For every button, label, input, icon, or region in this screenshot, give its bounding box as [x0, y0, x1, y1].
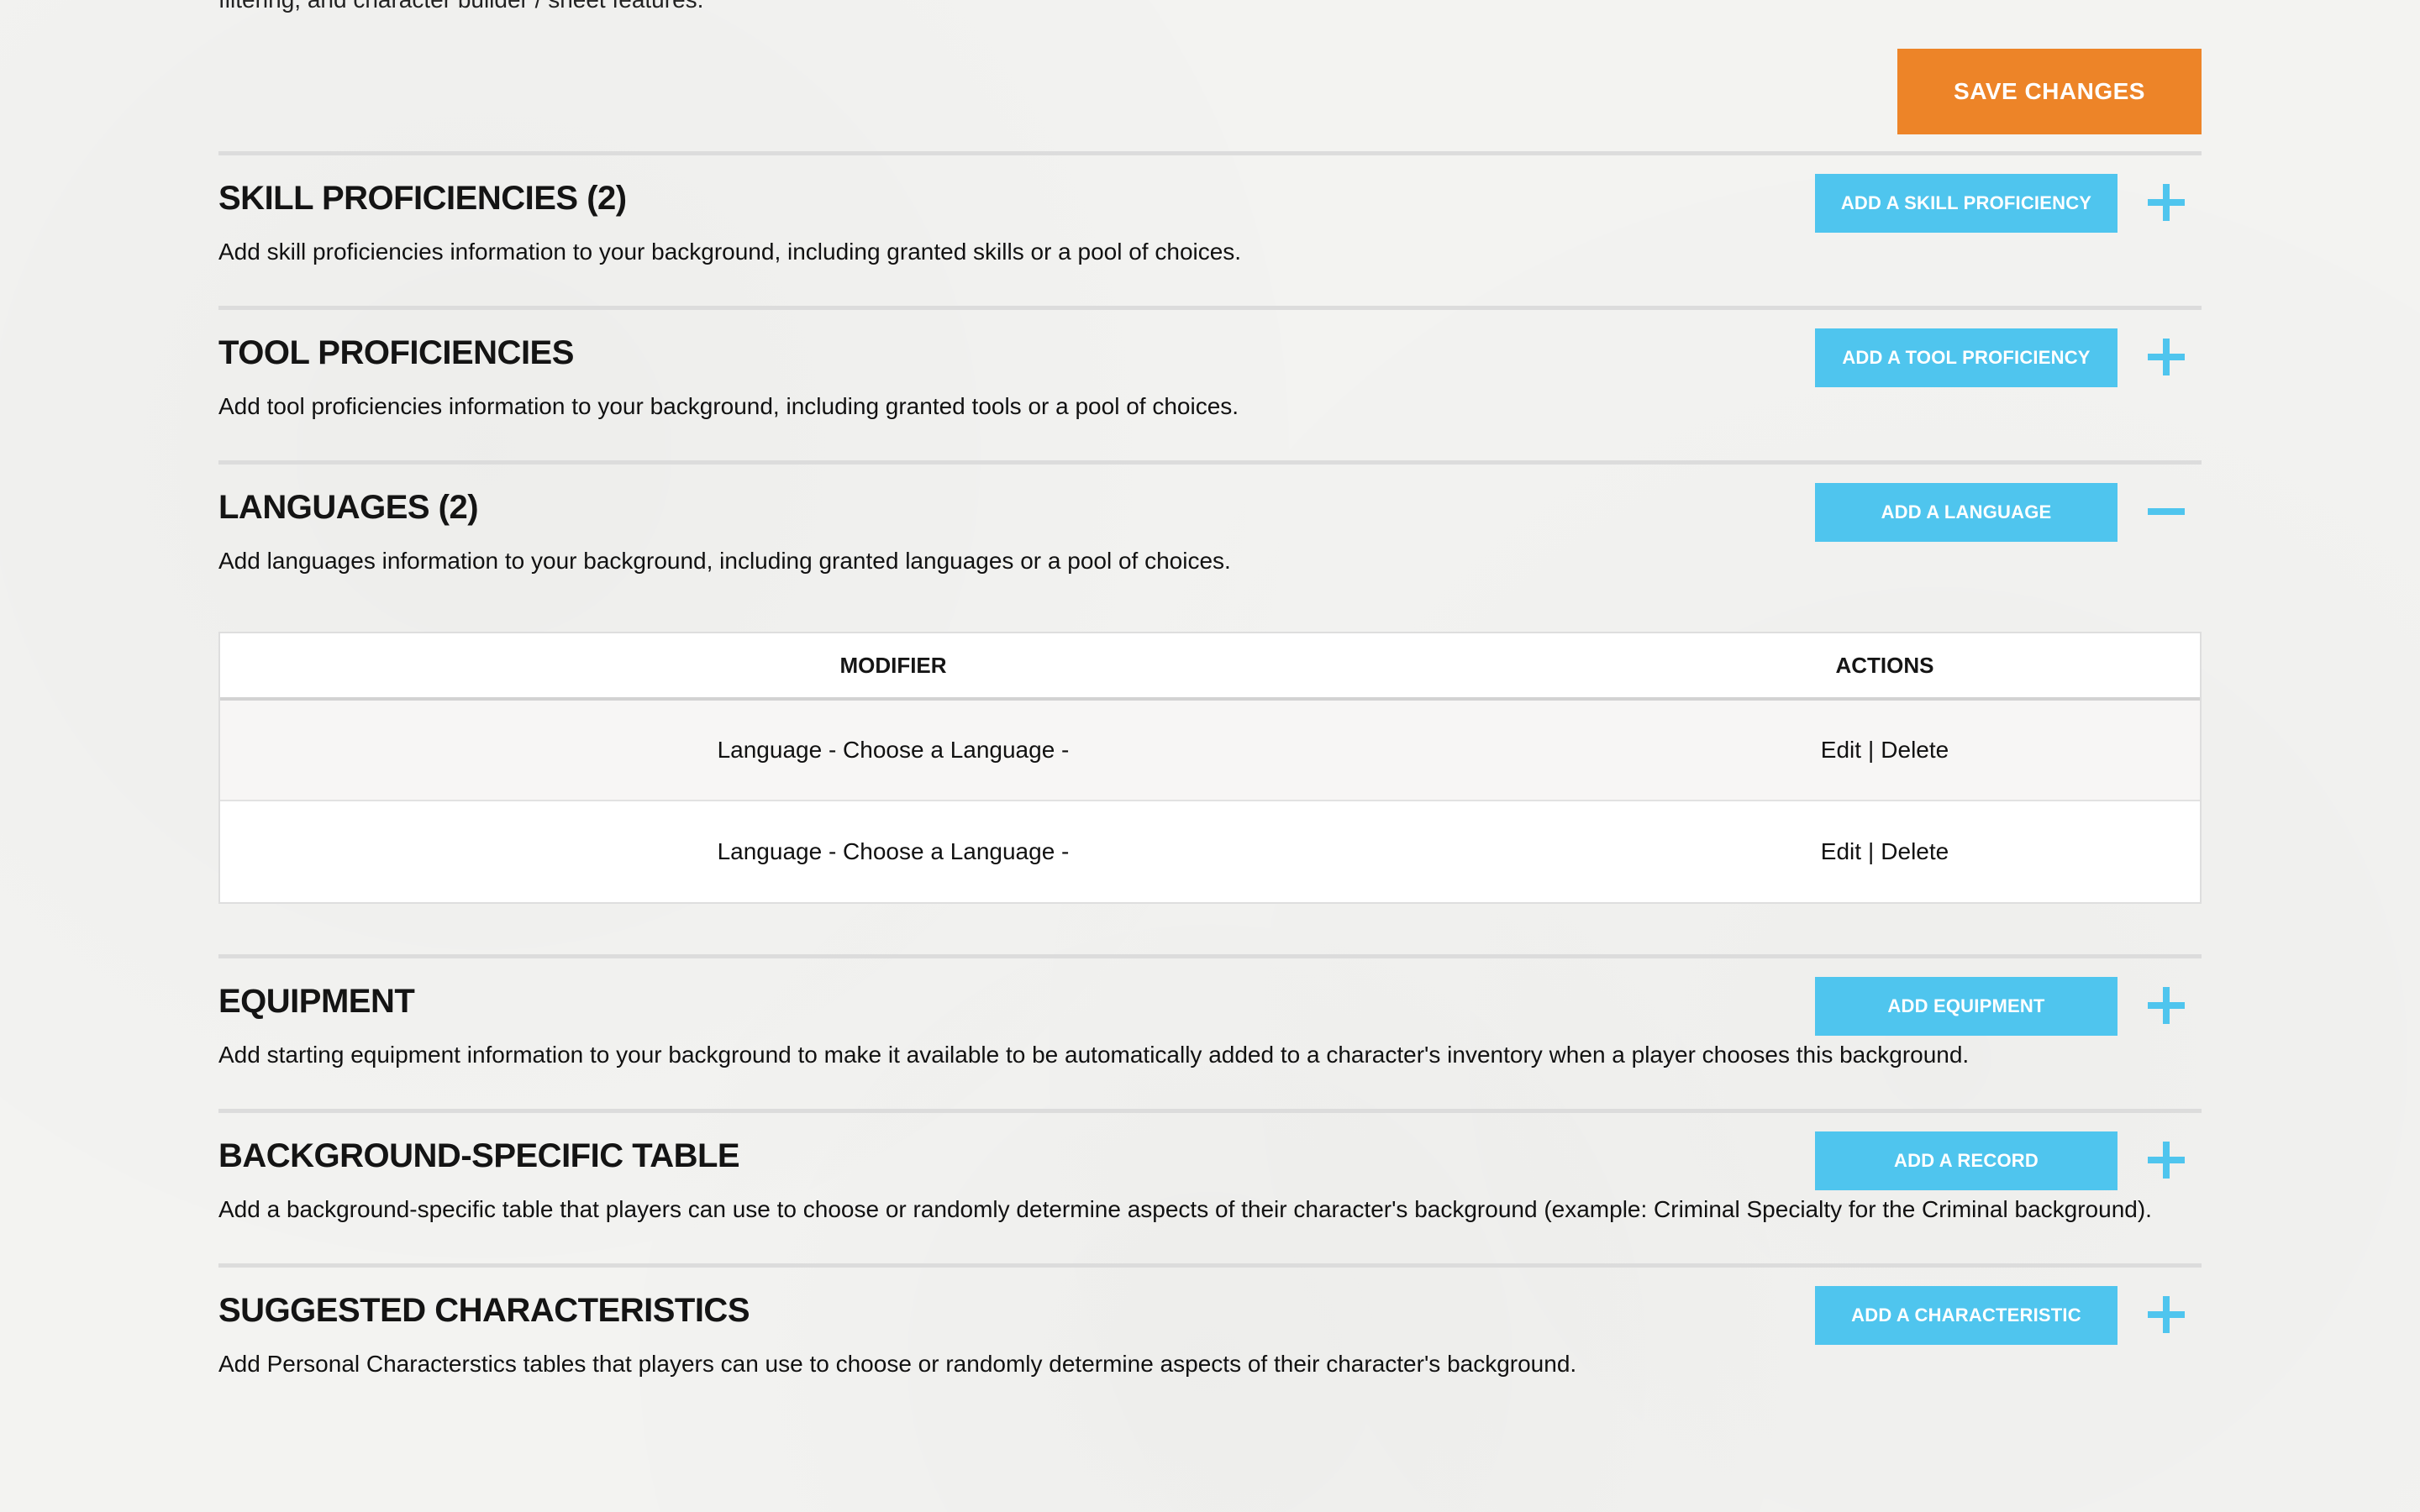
add-tool-proficiency-button[interactable]: ADD A TOOL PROFICIENCY	[1815, 328, 2118, 387]
plus-icon[interactable]	[2146, 182, 2186, 223]
section-title: SKILL PROFICIENCIES (2)	[218, 180, 627, 217]
table-header: MODIFIER ACTIONS	[220, 633, 2200, 701]
section-suggested-characteristics: SUGGESTED CHARACTERISTICS ADD A CHARACTE…	[218, 1263, 2202, 1415]
section-background-specific-table: BACKGROUND-SPECIFIC TABLE ADD A RECORD A…	[218, 1109, 2202, 1260]
minus-icon[interactable]	[2146, 491, 2186, 532]
table-row: Language - Choose a Language - Edit | De…	[220, 701, 2200, 801]
delete-link[interactable]: Delete	[1881, 737, 1949, 764]
intro-text: filtering, and character builder / sheet…	[218, 0, 703, 13]
background-editor-page: filtering, and character builder / sheet…	[0, 0, 2420, 1512]
add-characteristic-button[interactable]: ADD A CHARACTERISTIC	[1815, 1286, 2118, 1345]
save-changes-button[interactable]: SAVE CHANGES	[1897, 49, 2202, 134]
section-description: Add skill proficiencies information to y…	[218, 239, 1242, 265]
delete-link[interactable]: Delete	[1881, 838, 1949, 865]
add-equipment-button[interactable]: ADD EQUIPMENT	[1815, 977, 2118, 1036]
add-skill-proficiency-button[interactable]: ADD A SKILL PROFICIENCY	[1815, 174, 2118, 233]
column-header-actions: ACTIONS	[1835, 652, 1934, 678]
column-header-modifier: MODIFIER	[839, 652, 947, 678]
add-language-button[interactable]: ADD A LANGUAGE	[1815, 483, 2118, 542]
section-equipment: EQUIPMENT ADD EQUIPMENT Add starting equ…	[218, 954, 2202, 1105]
section-title: LANGUAGES (2)	[218, 489, 479, 526]
table-row: Language - Choose a Language - Edit | De…	[220, 801, 2200, 902]
section-title: EQUIPMENT	[218, 983, 415, 1020]
section-skill-proficiencies: SKILL PROFICIENCIES (2) ADD A SKILL PROF…	[218, 151, 2202, 302]
edit-link[interactable]: Edit	[1821, 737, 1861, 764]
section-description: Add a background-specific table that pla…	[218, 1196, 2152, 1222]
main-content: filtering, and character builder / sheet…	[218, 0, 2202, 1512]
plus-icon[interactable]	[2146, 337, 2186, 377]
actions-cell: Edit | Delete	[1568, 701, 2202, 800]
section-title: TOOL PROFICIENCIES	[218, 334, 574, 371]
section-title: BACKGROUND-SPECIFIC TABLE	[218, 1137, 740, 1174]
edit-link[interactable]: Edit	[1821, 838, 1861, 865]
languages-table: MODIFIER ACTIONS Language - Choose a Lan…	[218, 632, 2202, 904]
section-description: Add languages information to your backgr…	[218, 548, 1231, 574]
plus-icon[interactable]	[2146, 1294, 2186, 1335]
action-separator: |	[1868, 737, 1875, 763]
section-description: Add starting equipment information to yo…	[218, 1042, 1970, 1068]
action-separator: |	[1868, 838, 1875, 864]
section-description: Add Personal Characterstics tables that …	[218, 1351, 1577, 1377]
actions-cell: Edit | Delete	[1568, 801, 2202, 902]
section-tool-proficiencies: TOOL PROFICIENCIES ADD A TOOL PROFICIENC…	[218, 306, 2202, 457]
add-record-button[interactable]: ADD A RECORD	[1815, 1131, 2118, 1190]
section-description: Add tool proficiencies information to yo…	[218, 393, 1239, 419]
section-title: SUGGESTED CHARACTERISTICS	[218, 1292, 750, 1329]
modifier-cell: Language - Choose a Language -	[717, 737, 1070, 763]
plus-icon[interactable]	[2146, 985, 2186, 1026]
modifier-cell: Language - Choose a Language -	[717, 838, 1070, 864]
plus-icon[interactable]	[2146, 1140, 2186, 1180]
